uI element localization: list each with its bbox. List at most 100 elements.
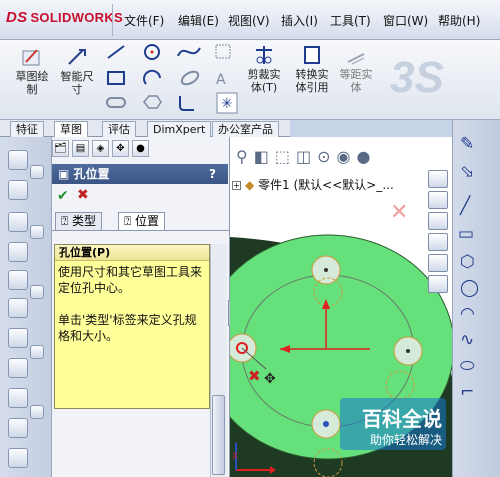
extrude-cut-icon[interactable] [8, 270, 28, 290]
circle-tool-icon[interactable] [144, 44, 160, 60]
display-manager-tab-icon[interactable]: ● [132, 140, 149, 157]
menu-insert[interactable]: 插入(I) [281, 12, 318, 29]
hole-left[interactable] [230, 333, 257, 363]
smart-dimension-button[interactable]: 智能尺寸 [56, 46, 98, 96]
sweep-icon[interactable] [8, 212, 28, 232]
tab-type[interactable]: ⍰ 类型 [55, 212, 103, 230]
text-tool-icon[interactable]: A [216, 72, 226, 88]
section-title[interactable]: 孔位置(P) [55, 245, 209, 261]
loft-icon[interactable] [8, 242, 28, 262]
tab-evaluate[interactable]: 评估 [102, 121, 136, 137]
dropdown-arrow-icon[interactable] [30, 405, 44, 419]
dropdown-arrow-icon[interactable] [30, 225, 44, 239]
rectangle-tool-icon[interactable] [107, 71, 125, 85]
pm-scrollbar-thumb[interactable] [212, 395, 225, 475]
instruction-text: 使用尺寸和其它草图工具来定位孔中心。 单击'类型'标签来定义孔规格和大小。 [58, 265, 203, 343]
menu-file[interactable]: 文件(F) [124, 12, 164, 29]
offset-entities-button[interactable]: 等距实体 [336, 50, 376, 94]
section-view-icon[interactable]: ⬚ [275, 147, 290, 166]
view-palette-icon[interactable] [428, 254, 448, 272]
feature-tree-node[interactable]: + ◆ 零件1 (默认<<默认>_... [232, 176, 394, 193]
property-manager-tab-icon[interactable]: ▤ [72, 140, 89, 157]
tab-sketch[interactable]: 草图 [54, 121, 88, 137]
view-orientation-icon[interactable]: ◫ [296, 147, 311, 166]
ellipse-tool-icon[interactable] [180, 69, 201, 87]
rib-icon[interactable] [8, 418, 28, 438]
offset-icon [347, 53, 365, 65]
appearance-icon[interactable]: ● [356, 147, 370, 166]
extrude-boss-icon[interactable] [8, 150, 28, 170]
slot-tool-icon[interactable] [106, 97, 126, 108]
menu-edit[interactable]: 编辑(E) [178, 12, 219, 29]
tab-features[interactable]: 特征 [10, 121, 44, 137]
dropdown-arrow-icon[interactable] [30, 165, 44, 179]
fillet-icon[interactable]: ⌐ [460, 382, 474, 402]
polygon-tool-icon[interactable] [143, 95, 162, 109]
smart-dimension-icon[interactable]: ⬂ [460, 162, 474, 182]
fillet-tool-icon[interactable] [179, 96, 194, 111]
pm-title: 孔位置 [73, 167, 110, 181]
svg-text:✳: ✳ [221, 96, 233, 112]
menu-help[interactable]: 帮助(H) [438, 12, 480, 29]
dimxpert-manager-tab-icon[interactable]: ✥ [112, 140, 129, 157]
rectangle-icon[interactable]: ▭ [458, 224, 474, 244]
plane-tool-icon[interactable] [215, 44, 231, 59]
convert-icon [304, 46, 320, 64]
pm-title-bar: ▣ 孔位置 [52, 164, 228, 184]
pattern-icon[interactable] [8, 388, 28, 408]
revolve-boss-icon[interactable] [8, 180, 28, 200]
line-tool-icon[interactable] [107, 45, 125, 59]
exit-sketch-icon[interactable]: ✕ [390, 200, 408, 225]
menu-tools[interactable]: 工具(T) [330, 12, 371, 29]
tab-office-products[interactable]: 办公室产品 [212, 121, 279, 137]
revolve-cut-icon[interactable] [8, 298, 28, 318]
tab-divider [52, 230, 230, 231]
menu-window[interactable]: 窗口(W) [383, 12, 428, 29]
sketch-button[interactable]: 草图绘制 [12, 46, 52, 96]
tab-position[interactable]: ⍰ 位置 [118, 212, 166, 230]
menu-view[interactable]: 视图(V) [228, 12, 270, 29]
sketch-icon[interactable]: ✎ [460, 134, 474, 154]
home-icon[interactable] [428, 191, 448, 209]
pm-toolbar: 🗂 ▤ ◈ ✥ ● [52, 140, 152, 160]
point-tool-icon[interactable]: ✳ [216, 92, 238, 114]
line-icon[interactable]: ╱ [460, 196, 470, 216]
hide-show-items-icon[interactable]: ◉ [337, 147, 351, 166]
cancel-button[interactable]: ✖ [77, 187, 89, 203]
solidworks-logo[interactable]: DS SOLIDWORKS [6, 9, 123, 26]
appearances-icon[interactable] [428, 275, 448, 293]
design-library-icon[interactable] [428, 212, 448, 230]
previous-view-icon[interactable]: ◧ [254, 147, 269, 166]
ellipse-icon[interactable]: ⬭ [460, 356, 475, 376]
expand-icon[interactable]: + [232, 181, 241, 190]
convert-entities-button[interactable]: 转换实 体引用 [290, 44, 334, 94]
help-button[interactable]: ? [209, 164, 216, 184]
hole-wizard-icon[interactable] [8, 328, 28, 348]
zoom-to-fit-icon[interactable]: ⚲ [236, 147, 248, 166]
origin-marker-icon: ✖ [248, 367, 261, 385]
spline-icon[interactable]: ∿ [460, 330, 474, 350]
mouse-cursor-icon: ✥ [264, 371, 276, 387]
fillet-icon[interactable] [8, 358, 28, 378]
trim-entities-button[interactable]: 剪裁实 体(T) [244, 44, 284, 94]
type-tab-icon: ⍰ [61, 214, 73, 228]
ok-button[interactable]: ✔ [57, 188, 69, 204]
circle-icon[interactable]: ◯ [460, 278, 479, 298]
svg-text:X: X [232, 452, 238, 462]
tab-dimxpert[interactable]: DimXpert [147, 121, 212, 137]
resources-icon[interactable] [428, 170, 448, 188]
shell-icon[interactable] [8, 448, 28, 468]
spline-tool-icon[interactable] [177, 47, 201, 57]
display-style-icon[interactable]: ⊙ [317, 147, 330, 166]
dropdown-arrow-icon[interactable] [30, 345, 44, 359]
configuration-manager-tab-icon[interactable]: ◈ [92, 140, 109, 157]
arc-icon[interactable]: ◠ [460, 304, 475, 324]
feature-manager-tab-icon[interactable]: 🗂 [52, 140, 69, 157]
dropdown-arrow-icon[interactable] [30, 285, 44, 299]
arc-tool-icon[interactable] [143, 69, 161, 85]
part-icon: ◆ [245, 178, 259, 192]
polygon-icon[interactable]: ⬡ [460, 252, 475, 272]
hole-position-icon: ▣ [58, 167, 74, 181]
title-separator [112, 4, 113, 36]
file-explorer-icon[interactable] [428, 233, 448, 251]
